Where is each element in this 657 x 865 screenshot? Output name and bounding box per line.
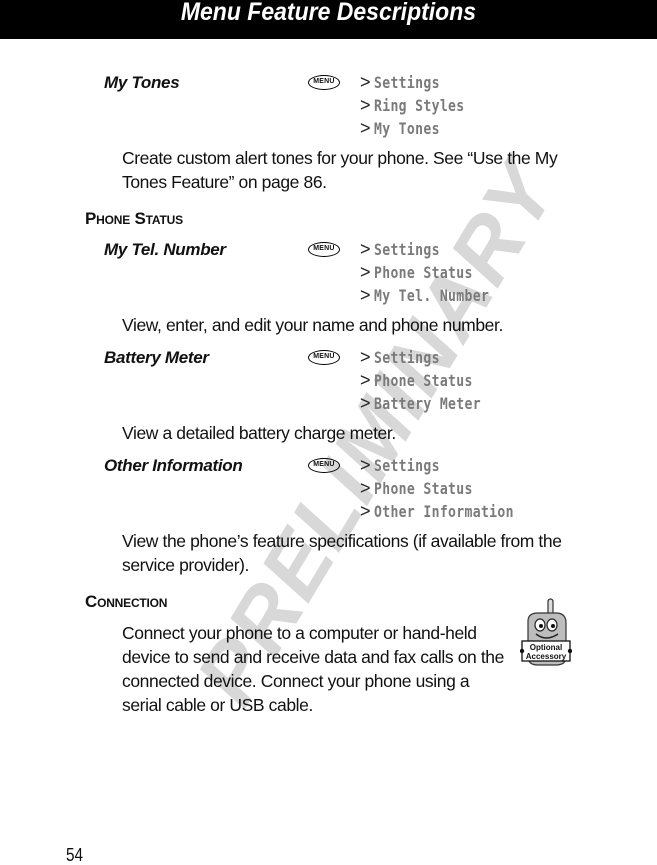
menu-path: > Settings > Ring Styles > My Tones [360,71,484,140]
menu-path-step: > Battery Meter [360,393,481,413]
menu-key-icon: MENU [308,75,340,90]
connection-description: Connect your phone to a computer or hand… [122,623,504,715]
menu-path: > Settings > Phone Status > My Tel. Number [360,238,514,307]
optional-accessory-icon: Optional Accessory [519,597,573,667]
page-content: My Tones MENU > Settings > Ring Styles > My… [0,0,657,864]
feature-description: View, enter, and edit your name and phon… [122,315,503,335]
feature-name: My Tel. Number [104,240,226,259]
menu-path-step: > Phone Status [360,370,473,390]
badge-line1: Optional [530,643,562,652]
menu-key-icon: MENU [308,350,340,365]
menu-path-step: > My Tel. Number [360,285,489,305]
menu-path-step: > Ring Styles [360,95,465,115]
feature-name: My Tones [104,73,180,92]
feature-description: View a detailed battery charge meter. [122,423,396,443]
menu-path-step: > Phone Status [360,262,473,282]
feature-name: Battery Meter [104,348,209,367]
menu-path-step: > Settings [360,72,440,92]
menu-key-icon: MENU [308,458,340,473]
menu-path-step: > Other Information [360,501,514,521]
feature-name: Other Information [104,456,243,475]
badge-line2: Accessory [526,652,567,661]
menu-path-step: > Phone Status [360,478,473,498]
menu-path-step: > Settings [360,347,440,367]
phone-mascot-icon: Optional Accessory [519,598,573,666]
menu-path: > Settings > Phone Status > Battery Meter [360,346,504,415]
menu-key-icon: MENU [308,242,340,257]
menu-path-step: > My Tones [360,118,440,138]
menu-path-step: > Settings [360,455,440,475]
feature-description: View the phone’s feature specifications … [122,531,562,575]
section-heading-connection: Connection [85,592,168,611]
menu-path: > Settings > Phone Status > Other Informati… [360,454,544,523]
feature-description: Create custom alert tones for your phone… [122,148,558,192]
section-heading-phone-status: Phone Status [85,209,183,228]
page-number: 54 [66,845,84,865]
menu-path-step: > Settings [360,239,440,259]
